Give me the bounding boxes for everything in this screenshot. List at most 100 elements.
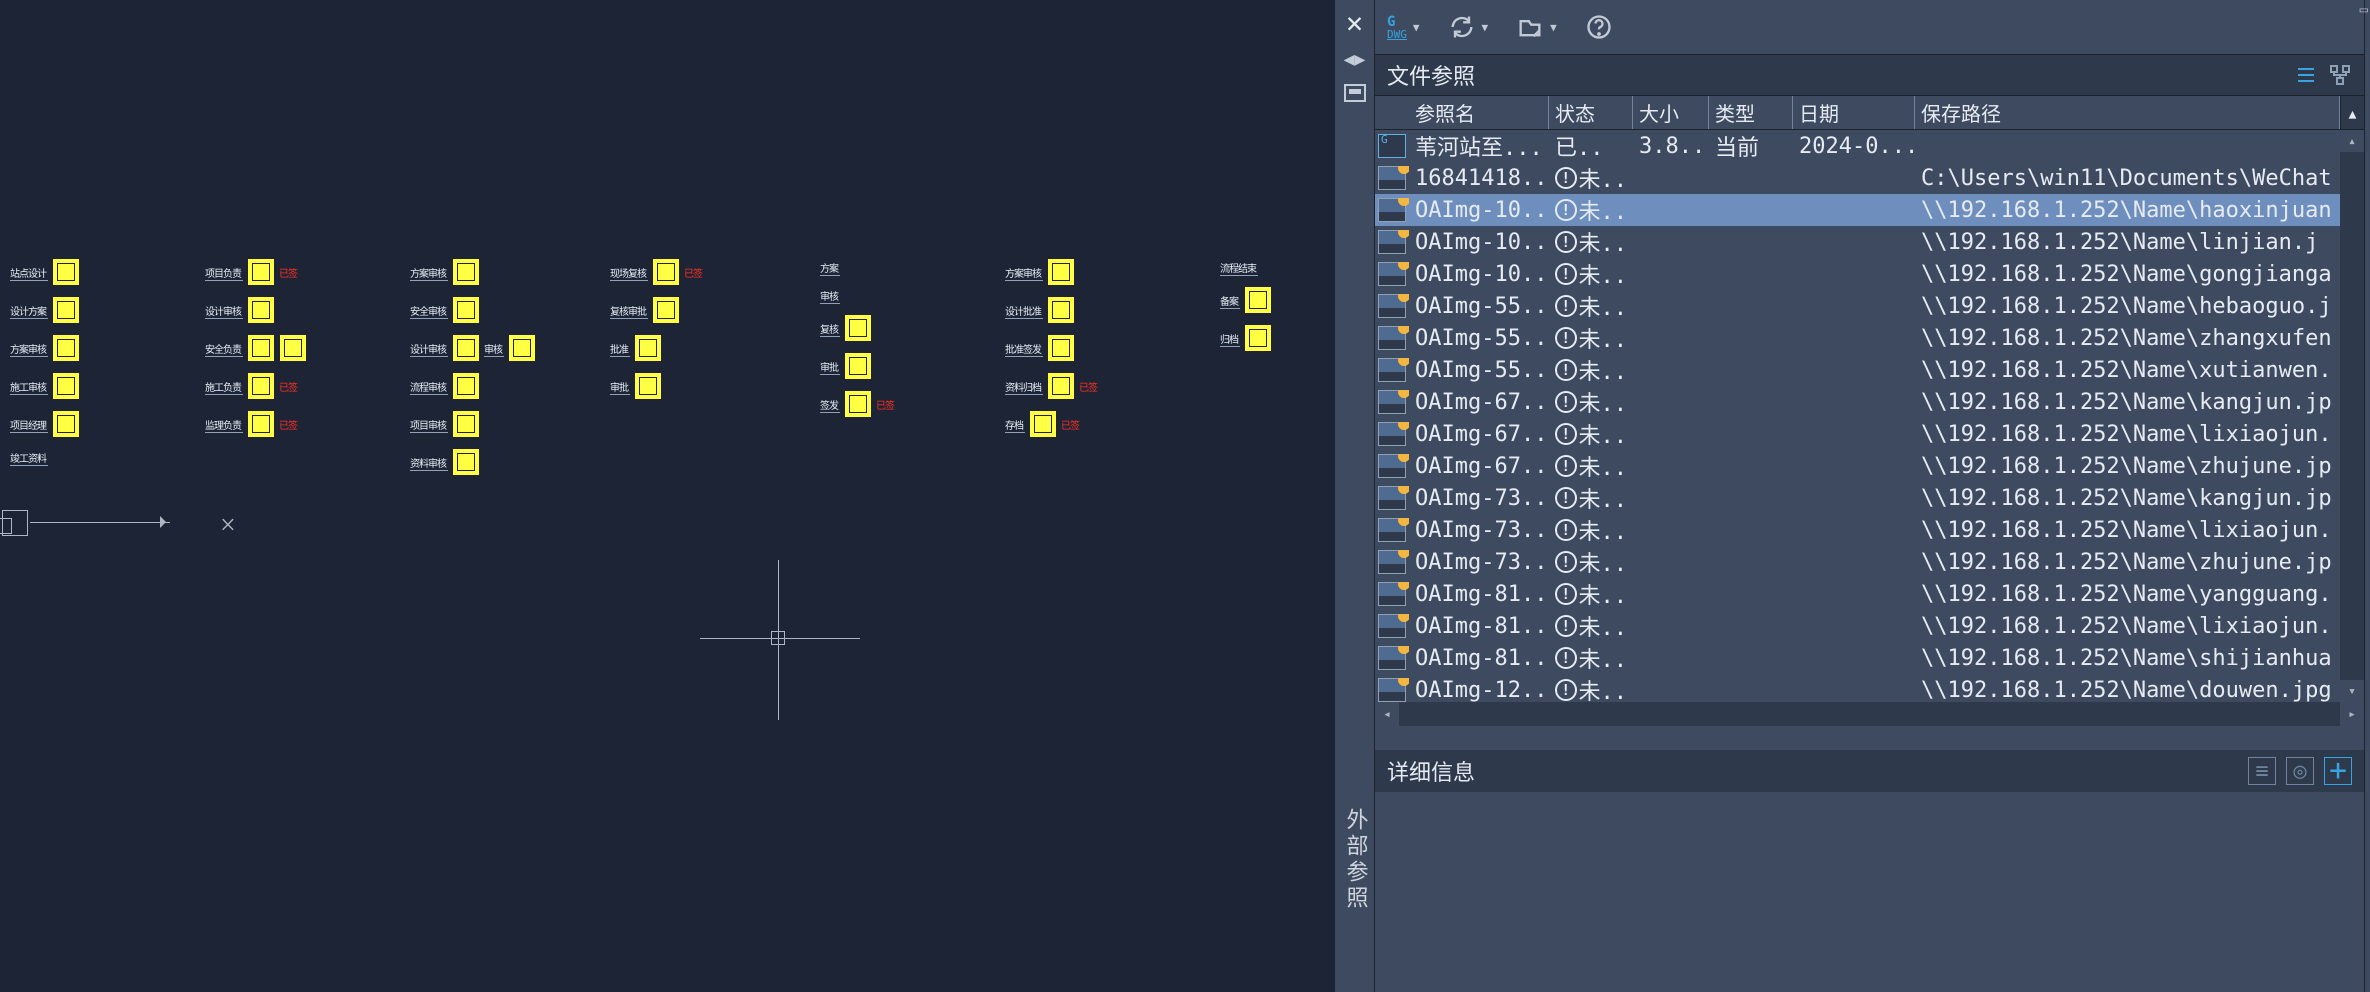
table-row[interactable]: OAImg-55...!未.. \\192.168.1.252\Name\xuti… [1375,354,2364,386]
table-row[interactable]: OAImg-10...!未..\\192.168.1.252\Name\gong… [1375,258,2364,290]
cell-status: !未.. [1549,226,1633,258]
dock-icon[interactable] [1344,84,1366,102]
cell-path: \\192.168.1.252\Name\zhujune.jp [1915,550,2364,575]
cell-name: OAImg-10... [1409,198,1549,223]
file-type-icon [1375,166,1409,190]
file-type-icon [1375,678,1409,702]
table-row[interactable]: OAImg-10...!未..\\192.168.1.252\Name\haox… [1375,194,2364,226]
scroll-right-icon[interactable]: ▸ [2340,702,2364,726]
tree-view-icon[interactable] [2328,63,2352,87]
cell-status: !未.. [1549,290,1633,322]
palette-resizer[interactable] [2364,0,2370,992]
cell-path: \\192.168.1.252\Name\gongjianga [1915,262,2364,287]
col-path[interactable]: 保存路径 [1915,96,2340,129]
cell-name: OAImg-55... [1409,294,1549,319]
cell-path: \\192.168.1.252\Name\zhangxufen [1915,326,2364,351]
cell-name: OAImg-67... [1409,390,1549,415]
table-row[interactable]: OAImg-81...!未..\\192.168.1.252\Name\shij… [1375,642,2364,674]
cell-status: !未.. [1549,674,1633,702]
scroll-down-icon[interactable]: ▾ [2340,680,2364,702]
cell-date: 2024-0... [1793,134,1915,159]
file-type-icon [1375,134,1409,158]
col-name[interactable]: 参照名 [1409,96,1549,129]
cell-status: !未.. [1549,642,1633,674]
file-type-icon [1375,262,1409,286]
col-date[interactable]: 日期 [1793,96,1915,129]
details-preview-icon[interactable]: ◎ [2286,757,2314,785]
palette-spine: ✕ ◀▶ 外部参照 [1335,0,1375,992]
table-row[interactable]: OAImg-67...!未..\\192.168.1.252\Name\lixi… [1375,418,2364,450]
table-row[interactable]: OAImg-73...!未..\\192.168.1.252\Name\zhuj… [1375,546,2364,578]
cell-path: \\192.168.1.252\Name\lixiaojun. [1915,422,2364,447]
cell-status: !未.. [1549,546,1633,578]
cell-name: OAImg-10... [1409,262,1549,287]
table-row[interactable]: OAImg-73...!未..\\192.168.1.252\Name\lixi… [1375,514,2364,546]
cell-name: OAImg-81... [1409,614,1549,639]
details-title: 详细信息 [1387,755,1475,787]
table-row[interactable]: 16841418...!未..C:\Users\win11\Documents\… [1375,162,2364,194]
table-row[interactable]: OAImg-10...!未.. \\192.168.1.252\Name\linj… [1375,226,2364,258]
col-type[interactable]: 类型 [1709,96,1793,129]
file-refs-title: 文件参照 [1387,59,1475,91]
cell-path: \\192.168.1.252\Name\linjian.j [1915,230,2364,255]
file-type-icon [1375,422,1409,446]
cell-path: \\192.168.1.252\Name\kangjun.jp [1915,390,2364,415]
scroll-left-icon[interactable]: ◂ [1375,702,1399,726]
details-list-icon[interactable]: ≡ [2248,757,2276,785]
scroll-up-icon[interactable]: ▴ [2340,130,2364,152]
xref-table-body[interactable]: ▴ ▾ 苇河站至...已..3.8...当前2024-0...16841418.… [1375,130,2364,702]
details-header[interactable]: 详细信息 ≡ ◎ + [1375,750,2364,792]
table-row[interactable]: OAImg-81...!未..\\192.168.1.252\Name\lixi… [1375,610,2364,642]
table-row[interactable]: OAImg-12...!未..\\192.168.1.252\Name\douw… [1375,674,2364,702]
file-type-icon [1375,582,1409,606]
drawing-canvas[interactable]: 站点设计 设计方案 方案审核 施工审核 项目经理 竣工资料 项目负责已签 设计审… [0,0,1335,992]
cell-name: OAImg-10... [1409,230,1549,255]
collapse-arrows-icon[interactable]: ◀▶ [1344,49,1366,70]
cell-name: OAImg-55... [1409,358,1549,383]
cell-path: \\192.168.1.252\Name\lixiaojun. [1915,518,2364,543]
table-row[interactable]: OAImg-73...!未..\\192.168.1.252\Name\kang… [1375,482,2364,514]
file-type-icon [1375,550,1409,574]
file-type-icon [1375,198,1409,222]
scroll-up-icon[interactable]: ▴ [2340,96,2364,129]
xref-toolbar: GDWG ▼ ▼ ▼ [1375,0,2364,54]
horizontal-scrollbar[interactable]: ◂ ▸ [1375,702,2364,726]
cell-status: !未.. [1549,578,1633,610]
maximize-icon[interactable]: ▭ [2360,2,2368,18]
chevron-down-icon: ▼ [1413,21,1420,34]
col-size[interactable]: 大小 [1633,96,1709,129]
cell-size: 3.8... [1633,134,1709,159]
warning-icon: ! [1555,231,1577,253]
cell-path: \\192.168.1.252\Name\douwen.jpg [1915,678,2364,703]
table-row[interactable]: OAImg-55...!未..\\192.168.1.252\Name\heba… [1375,290,2364,322]
cell-path: \\192.168.1.252\Name\zhujune.jp [1915,454,2364,479]
cell-status: !未.. [1549,354,1633,386]
cell-path: \\192.168.1.252\Name\shijianhua [1915,646,2364,671]
file-type-icon [1375,646,1409,670]
warning-icon: ! [1555,679,1577,701]
details-expand-icon[interactable]: + [2324,757,2352,785]
cell-path: \\192.168.1.252\Name\yangguang. [1915,582,2364,607]
cell-name: 苇河站至... [1409,130,1549,162]
table-row[interactable]: OAImg-67...!未..\\192.168.1.252\Name\zhuj… [1375,450,2364,482]
cell-name: OAImg-67... [1409,422,1549,447]
list-view-icon[interactable] [2294,63,2318,87]
change-path-button[interactable]: ▼ [1516,13,1557,41]
file-type-icon [1375,518,1409,542]
table-row[interactable]: OAImg-67...!未..\\192.168.1.252\Name\kang… [1375,386,2364,418]
warning-icon: ! [1555,423,1577,445]
cell-path: \\192.168.1.252\Name\xutianwen. [1915,358,2364,383]
file-type-icon [1375,230,1409,254]
warning-icon: ! [1555,519,1577,541]
table-row[interactable]: 苇河站至...已..3.8...当前2024-0... [1375,130,2364,162]
refresh-button[interactable]: ▼ [1448,13,1489,41]
vertical-scrollbar[interactable]: ▴ ▾ [2340,130,2364,702]
col-status[interactable]: 状态 [1549,96,1633,129]
table-row[interactable]: OAImg-81...!未..\\192.168.1.252\Name\yang… [1375,578,2364,610]
attach-dwg-button[interactable]: GDWG ▼ [1387,15,1420,40]
cell-name: 16841418... [1409,166,1549,191]
table-row[interactable]: OAImg-55...!未..\\192.168.1.252\Name\zhan… [1375,322,2364,354]
cell-status: !未.. [1549,514,1633,546]
help-button[interactable] [1585,13,1613,41]
close-icon[interactable]: ✕ [1346,6,1363,39]
